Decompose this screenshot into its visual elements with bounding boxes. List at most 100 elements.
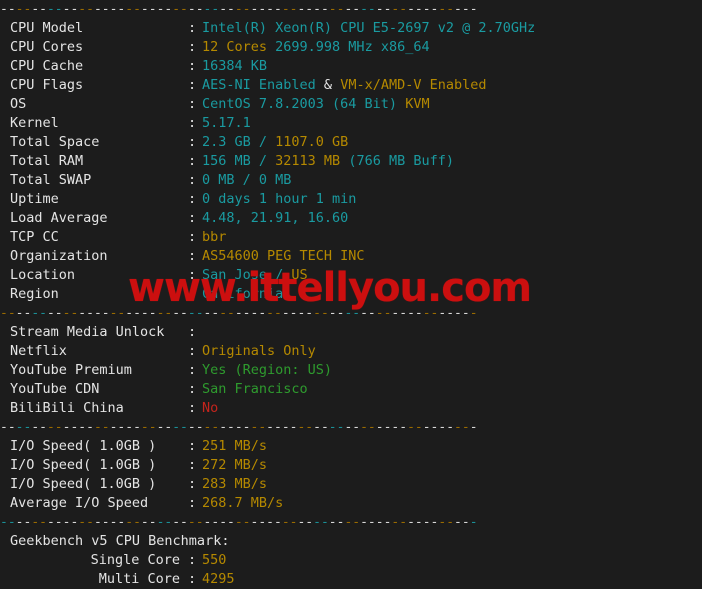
row-colon: : bbox=[188, 77, 197, 93]
info-row: Total SWAP:0 MB / 0 MB bbox=[0, 171, 702, 190]
row-label: BiliBili China bbox=[10, 400, 124, 416]
row-value: 251 MB/s bbox=[202, 438, 267, 454]
row-value: AES-NI Enabled & VM-x/AMD-V Enabled bbox=[202, 77, 487, 93]
value-segment: Yes (Region: US) bbox=[202, 362, 333, 378]
row-colon: : bbox=[188, 267, 197, 283]
row-colon: : bbox=[188, 58, 197, 74]
row-colon: : bbox=[188, 134, 197, 150]
row-value: 4.48, 21.91, 16.60 bbox=[202, 210, 348, 226]
info-row: I/O Speed( 1.0GB ):283 MB/s bbox=[0, 475, 702, 494]
value-segment: 251 MB/s bbox=[202, 438, 268, 454]
row-value: Yes (Region: US) bbox=[202, 362, 332, 378]
row-colon: : bbox=[188, 495, 197, 511]
row-colon: : bbox=[188, 248, 197, 264]
row-label: Region bbox=[10, 286, 59, 302]
value-segment: 32113 MB bbox=[275, 153, 341, 169]
row-value: 4295 bbox=[202, 571, 235, 587]
row-colon: : bbox=[188, 362, 197, 378]
value-segment: San Francisco bbox=[202, 381, 308, 397]
value-segment: No bbox=[202, 400, 219, 416]
info-row: Location: San Jose / US bbox=[0, 266, 702, 285]
row-colon: : bbox=[188, 286, 197, 302]
row-colon: : bbox=[188, 172, 197, 188]
info-row: Kernel:5.17.1 bbox=[0, 114, 702, 133]
terminal-output: ----------------------------------------… bbox=[0, 0, 702, 589]
row-value: San Francisco bbox=[202, 381, 308, 397]
row-value: Intel(R) Xeon(R) CPU E5-2697 v2 @ 2.70GH… bbox=[202, 20, 535, 36]
row-value: 283 MB/s bbox=[202, 476, 267, 492]
value-segment: CentOS 7.8.2003 (64 Bit) bbox=[202, 96, 406, 112]
value-segment: 283 MB/s bbox=[202, 476, 268, 492]
value-segment: 0 days 1 hour 1 min bbox=[202, 191, 357, 207]
row-colon: : bbox=[188, 438, 197, 454]
value-segment: AES-NI Enabled bbox=[202, 77, 316, 93]
row-value: 272 MB/s bbox=[202, 457, 267, 473]
value-segment: 1107.0 GB bbox=[275, 134, 349, 150]
info-row: Organization: AS54600 PEG TECH INC bbox=[0, 247, 702, 266]
section-stream-media-unlock: Stream Media Unlock: Netflix: Originals On… bbox=[0, 323, 702, 418]
row-value: California bbox=[202, 286, 283, 302]
row-colon: : bbox=[188, 476, 197, 492]
info-row: Multi Core:4295 bbox=[0, 570, 702, 589]
row-label: CPU Cores bbox=[10, 39, 84, 55]
row-colon: : bbox=[188, 552, 197, 568]
row-label: I/O Speed( 1.0GB ) bbox=[10, 438, 157, 454]
value-segment: California bbox=[202, 286, 284, 302]
row-label: CPU Cache bbox=[10, 58, 84, 74]
row-label: Load Average bbox=[10, 210, 108, 226]
info-row: Netflix: Originals Only bbox=[0, 342, 702, 361]
value-segment: 4295 bbox=[202, 571, 235, 587]
row-label: Total RAM bbox=[10, 153, 84, 169]
row-value: 12 Cores 2699.998 MHz x86_64 bbox=[202, 39, 430, 55]
info-row: CPU Flags: AES-NI Enabled & VM-x/AMD-V En… bbox=[0, 76, 702, 95]
info-row: Load Average:4.48, 21.91, 16.60 bbox=[0, 209, 702, 228]
value-segment: San Jose / bbox=[202, 267, 292, 283]
info-row: Average I/O Speed:268.7 MB/s bbox=[0, 494, 702, 513]
row-label: Single Core bbox=[90, 552, 180, 568]
row-label: I/O Speed( 1.0GB ) bbox=[10, 457, 157, 473]
value-segment: 4.48, 21.91, 16.60 bbox=[202, 210, 349, 226]
separator-line: ----------------------------------------… bbox=[0, 420, 478, 435]
row-colon: : bbox=[188, 96, 197, 112]
section-heading: Geekbench v5 CPU Benchmark: bbox=[0, 532, 702, 551]
separator-line: ----------------------------------------… bbox=[0, 2, 478, 17]
row-value: 16384 KB bbox=[202, 58, 267, 74]
row-colon: : bbox=[188, 153, 197, 169]
value-segment: US bbox=[291, 267, 308, 283]
row-value: San Jose / US bbox=[202, 267, 308, 283]
info-row: OS: CentOS 7.8.2003 (64 Bit) KVM bbox=[0, 95, 702, 114]
value-segment: 5.17.1 bbox=[202, 115, 251, 131]
row-value: 268.7 MB/s bbox=[202, 495, 283, 511]
value-segment: 550 bbox=[202, 552, 227, 568]
info-row: Stream Media Unlock: bbox=[0, 323, 702, 342]
row-label: Total SWAP bbox=[10, 172, 92, 188]
row-label: CPU Flags bbox=[10, 77, 84, 93]
row-value: AS54600 PEG TECH INC bbox=[202, 248, 365, 264]
row-label: YouTube Premium bbox=[10, 362, 132, 378]
row-value: 2.3 GB / 1107.0 GB bbox=[202, 134, 348, 150]
info-row: Total RAM:156 MB / 32113 MB (766 MB Buff… bbox=[0, 152, 702, 171]
row-label: Total Space bbox=[10, 134, 100, 150]
row-colon: : bbox=[188, 324, 197, 340]
value-segment: 12 Cores bbox=[202, 39, 268, 55]
section-geekbench: Geekbench v5 CPU Benchmark: Single Core:5… bbox=[0, 532, 702, 589]
info-row: I/O Speed( 1.0GB ):272 MB/s bbox=[0, 456, 702, 475]
row-colon: : bbox=[188, 400, 197, 416]
row-label: Location bbox=[10, 267, 76, 283]
info-row: YouTube CDN: San Francisco bbox=[0, 380, 702, 399]
section-heading-label: Geekbench v5 CPU Benchmark: bbox=[10, 533, 230, 549]
row-label: Multi Core bbox=[98, 571, 180, 587]
value-segment: (766 MB Buff) bbox=[340, 153, 454, 169]
info-row: CPU Cores:12 Cores 2699.998 MHz x86_64 bbox=[0, 38, 702, 57]
row-colon: : bbox=[188, 381, 197, 397]
row-value: No bbox=[202, 400, 218, 416]
row-label: Uptime bbox=[10, 191, 59, 207]
row-value: CentOS 7.8.2003 (64 Bit) KVM bbox=[202, 96, 430, 112]
value-segment: 156 MB / bbox=[202, 153, 276, 169]
section-io-speed: I/O Speed( 1.0GB ):251 MB/s I/O Speed( 1.… bbox=[0, 437, 702, 513]
row-value: 0 MB / 0 MB bbox=[202, 172, 291, 188]
value-segment: 2699.998 MHz x86_64 bbox=[267, 39, 430, 55]
info-row: I/O Speed( 1.0GB ):251 MB/s bbox=[0, 437, 702, 456]
value-segment: Intel(R) Xeon(R) CPU E5-2697 v2 @ 2.70GH… bbox=[202, 20, 536, 36]
row-value: 5.17.1 bbox=[202, 115, 251, 131]
